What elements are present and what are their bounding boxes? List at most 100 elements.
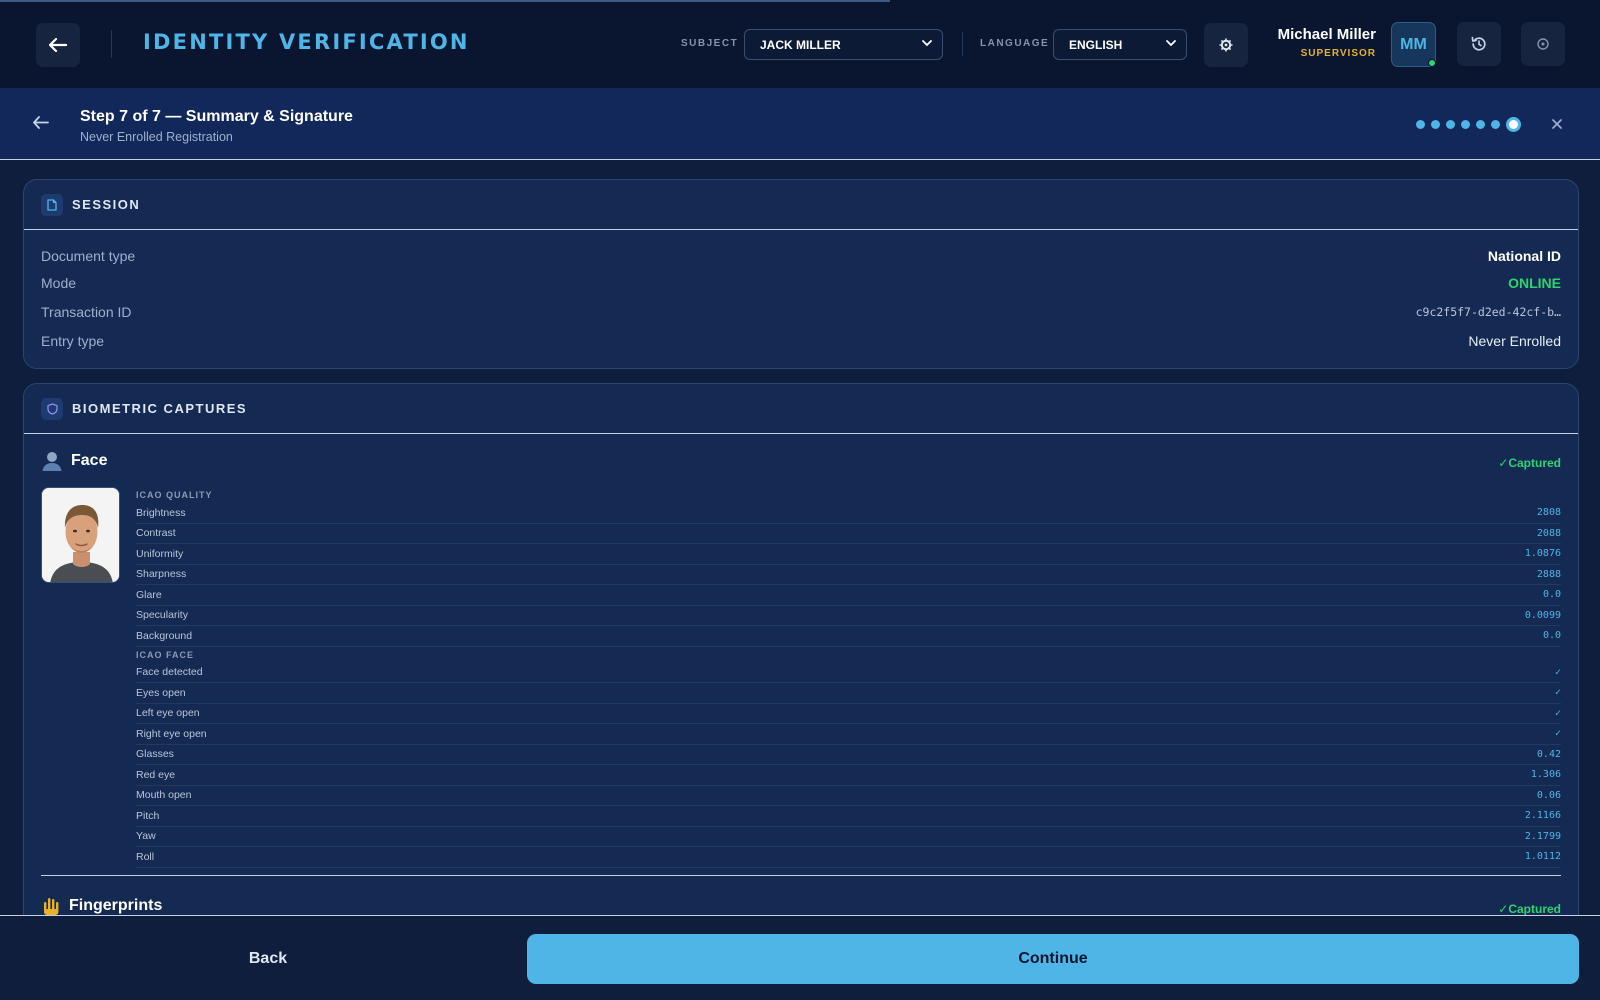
biometric-title: BIOMETRIC CAPTURES <box>72 401 248 416</box>
metric-value: 1.306 <box>1530 769 1561 781</box>
icao-quality-label: ICAO QUALITY <box>136 490 213 500</box>
step-dot-current <box>1506 117 1521 132</box>
face-captured-status: ✓Captured <box>1498 456 1561 470</box>
fingerprints-section-header: Fingerprints <box>41 896 162 916</box>
close-icon <box>1552 119 1562 129</box>
metric-row: Background 0.0 <box>136 626 1561 647</box>
step-dot <box>1416 120 1425 129</box>
metric-key: Red eye <box>136 768 176 781</box>
fingerprints-captured-status: ✓Captured <box>1498 902 1561 916</box>
metric-key: Uniformity <box>136 547 184 560</box>
power-icon <box>1537 38 1549 50</box>
metric-row: Glare 0.0 <box>136 585 1561 606</box>
app-title: IDENTITY VERIFICATION <box>143 30 470 54</box>
footer-bar: Back Continue <box>0 915 1600 1000</box>
header-divider <box>962 32 963 56</box>
subject-select-value: JACK MILLER <box>760 37 841 52</box>
language-label: LANGUAGE <box>980 38 1050 49</box>
metric-key: Right eye open <box>136 727 207 740</box>
close-button[interactable] <box>1552 116 1562 134</box>
biometric-captures-card: BIOMETRIC CAPTURES Face ✓Captured ICAO Q… <box>23 383 1579 943</box>
metric-value: 0.0099 <box>1524 609 1561 621</box>
step-dot <box>1461 120 1470 129</box>
top-header: IDENTITY VERIFICATION SUBJECT JACK MILLE… <box>0 0 1600 88</box>
shield-icon <box>41 397 63 420</box>
metric-key: Background <box>136 629 193 642</box>
check-icon: ✓ <box>1554 707 1561 719</box>
session-key: Entry type <box>41 333 105 349</box>
metric-row: Sharpness 2888 <box>136 565 1561 585</box>
language-select[interactable]: ENGLISH <box>1053 29 1187 60</box>
face-photo <box>41 487 120 583</box>
transaction-id-value: c9c2f5f7-d2ed-42cf-b… <box>1415 305 1561 319</box>
subject-select[interactable]: JACK MILLER <box>744 29 943 60</box>
face-section-header: Face <box>41 450 107 472</box>
metric-row: Red eye 1.306 <box>136 765 1561 786</box>
chevron-down-icon <box>1166 40 1176 47</box>
step-back-button[interactable] <box>33 112 49 135</box>
metric-key: Glare <box>136 588 162 601</box>
metric-key: Brightness <box>136 506 186 519</box>
metric-value: 1.0112 <box>1524 851 1561 863</box>
online-status-dot <box>1428 59 1436 67</box>
metric-key: Specularity <box>136 609 188 622</box>
session-card: SESSION Document type National ID Mode O… <box>23 179 1579 369</box>
metric-row: Yaw 2.1799 <box>136 827 1561 847</box>
history-button[interactable] <box>1457 22 1501 66</box>
metric-value: 2.1166 <box>1524 810 1561 822</box>
user-role: SUPERVISOR <box>1300 48 1376 59</box>
metric-key: Mouth open <box>136 789 192 802</box>
step-subtitle: Never Enrolled Registration <box>80 130 233 144</box>
session-title: SESSION <box>72 197 141 212</box>
step-dot <box>1491 120 1500 129</box>
metric-value: 2.1799 <box>1524 830 1561 842</box>
user-icon <box>42 452 62 471</box>
step-dot <box>1431 120 1440 129</box>
check-icon: ✓ <box>1554 728 1561 740</box>
face-label: Face <box>71 452 108 469</box>
metric-key: Roll <box>136 850 155 863</box>
session-row-entry-type: Entry type Never Enrolled <box>41 328 1561 354</box>
hand-icon <box>44 898 59 915</box>
biometric-card-header: BIOMETRIC CAPTURES <box>24 384 1578 434</box>
language-select-value: ENGLISH <box>1069 37 1123 52</box>
session-key: Mode <box>41 275 77 291</box>
subject-label: SUBJECT <box>681 38 739 49</box>
metric-value: 2088 <box>1536 527 1561 539</box>
metric-key: Face detected <box>136 666 203 679</box>
header-divider <box>111 30 112 58</box>
continue-button[interactable]: Continue <box>527 934 1579 984</box>
back-button[interactable] <box>36 23 80 67</box>
metric-key: Left eye open <box>136 707 200 720</box>
metric-row: Right eye open ✓ <box>136 724 1561 745</box>
user-name: Michael Miller <box>1277 26 1376 43</box>
back-button-footer[interactable]: Back <box>23 934 513 984</box>
step-title: Step 7 of 7 — Summary & Signature <box>80 108 353 125</box>
metric-row: Eyes open ✓ <box>136 683 1561 704</box>
session-card-header: SESSION <box>24 180 1578 230</box>
session-row-document-type: Document type National ID <box>41 243 1561 269</box>
face-portrait-image <box>42 488 119 582</box>
metric-key: Yaw <box>136 830 156 843</box>
session-value: Never Enrolled <box>1468 333 1561 349</box>
metric-row: Face detected ✓ <box>136 663 1561 683</box>
metric-row: Mouth open 0.06 <box>136 786 1561 806</box>
settings-button[interactable] <box>1204 23 1248 67</box>
check-icon: ✓ <box>1554 666 1561 678</box>
document-icon <box>41 193 63 216</box>
metric-value: 0.42 <box>1536 748 1561 760</box>
step-bar: Step 7 of 7 — Summary & Signature Never … <box>0 88 1600 160</box>
face-metrics-list: ICAO QUALITY Brightness 2808 Contrast 2088… <box>136 487 1561 868</box>
metric-value: 2808 <box>1536 507 1561 519</box>
step-progress-dots <box>1416 117 1521 132</box>
session-key: Document type <box>41 248 136 264</box>
metric-row: Specularity 0.0099 <box>136 606 1561 626</box>
power-button[interactable] <box>1521 22 1565 66</box>
session-row-transaction-id: Transaction ID c9c2f5f7-d2ed-42cf-b… <box>41 299 1561 325</box>
step-dot <box>1476 120 1485 129</box>
metric-key: Eyes open <box>136 686 186 699</box>
step-dot <box>1446 120 1455 129</box>
metric-key: Pitch <box>136 809 160 822</box>
mode-status-badge: ONLINE <box>1508 275 1561 291</box>
arrow-left-icon <box>33 116 49 129</box>
